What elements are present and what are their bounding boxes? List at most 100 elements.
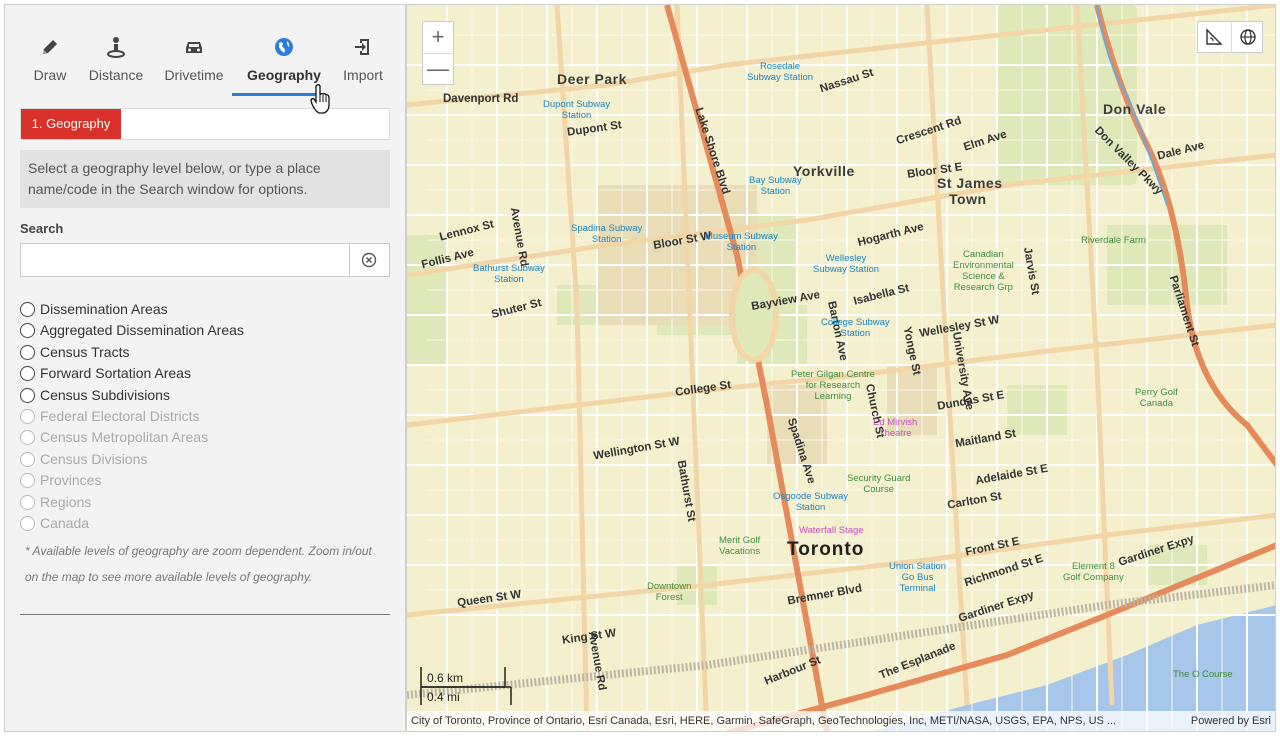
tab-distance[interactable]: Distance <box>85 35 147 97</box>
poi-label[interactable]: Bay Subway Station <box>749 175 802 197</box>
side-panel: Draw Distance Drivetime Geography Import… <box>4 4 406 732</box>
poi-label[interactable]: Rosedale Subway Station <box>747 61 813 83</box>
geography-level-label: Aggregated Dissemination Areas <box>40 322 244 339</box>
geography-level-option: Canada <box>20 513 390 534</box>
geography-level-option: Federal Electoral Districts <box>20 406 390 427</box>
ruler-angle-icon <box>1206 28 1223 45</box>
panel-divider <box>20 614 390 615</box>
hand-cursor-icon <box>310 84 330 114</box>
geography-level-label: Canada <box>40 514 90 531</box>
poi-label[interactable]: Spadina Subway Station <box>571 223 642 245</box>
tab-label: Drivetime <box>164 67 224 83</box>
geography-level-option[interactable]: Dissemination Areas <box>20 299 390 320</box>
geography-level-label: Regions <box>40 493 92 510</box>
geography-level-label: Provinces <box>40 472 102 489</box>
neighbourhood-label: Deer Park <box>557 71 627 87</box>
scale-mi: 0.4 mi <box>427 690 460 704</box>
geography-level-option[interactable]: Forward Sortation Areas <box>20 363 390 384</box>
radio-button <box>20 473 35 489</box>
zoom-out-button[interactable]: — <box>423 53 453 84</box>
radio-button[interactable] <box>20 344 35 360</box>
search-input[interactable] <box>21 244 351 276</box>
geography-level-option: Census Metropolitan Areas <box>20 427 390 448</box>
radio-button[interactable] <box>20 302 35 317</box>
geography-level-option[interactable]: Census Subdivisions <box>20 385 390 406</box>
poi-label[interactable]: Peter Gilgan Centre for Research Learning <box>791 369 875 402</box>
city-label: Toronto <box>787 539 865 560</box>
geography-level-label: Census Subdivisions <box>40 386 170 403</box>
tab-label: Distance <box>88 67 144 83</box>
poi-label[interactable]: Perry Golf Canada <box>1135 387 1178 409</box>
zoom-control: + — <box>422 21 454 85</box>
poi-label[interactable]: Waterfall Stage <box>799 525 864 536</box>
measure-button[interactable] <box>1198 22 1230 52</box>
poi-label[interactable]: Osgoode Subway Station <box>773 491 848 513</box>
radio-button <box>20 430 35 446</box>
geography-level-option[interactable]: Aggregated Dissemination Areas <box>20 320 390 341</box>
step-header: 1. Geography <box>20 108 390 140</box>
clear-circle-icon <box>361 252 377 268</box>
search-field <box>20 243 390 277</box>
instructions: Select a geography level below, or type … <box>20 150 390 208</box>
map-attribution: City of Toronto, Province of Ontario, Es… <box>407 711 1275 731</box>
tool-tabs: Draw Distance Drivetime Geography Import <box>19 35 389 97</box>
map-view[interactable]: Deer Park Yorkville St James Town Don Va… <box>406 4 1276 732</box>
radio-button[interactable] <box>20 323 35 339</box>
globe-grid-icon <box>1240 29 1256 45</box>
geography-level-label: Forward Sortation Areas <box>40 365 191 382</box>
geography-level-label: Census Metropolitan Areas <box>40 429 209 446</box>
poi-label[interactable]: Merit Golf Vacations <box>719 535 760 557</box>
poi-label[interactable]: Downtown Forest <box>647 581 691 603</box>
active-tab-indicator <box>232 93 318 96</box>
poi-label[interactable]: College Subway Station <box>821 317 890 339</box>
tab-drivetime[interactable]: Drivetime <box>159 35 229 97</box>
import-icon <box>355 39 369 55</box>
powered-by-link[interactable]: Powered by Esri <box>1191 711 1271 731</box>
tab-label: Import <box>343 67 383 83</box>
neighbourhood-label: Don Vale <box>1103 101 1167 117</box>
poi-label[interactable]: Museum Subway Station <box>705 231 778 253</box>
tab-import[interactable]: Import <box>337 35 389 97</box>
neighbourhood-label: Town <box>949 191 987 207</box>
street-label: Davenport Rd <box>443 93 519 105</box>
radio-button <box>20 451 35 467</box>
zoom-in-button[interactable]: + <box>423 22 453 53</box>
tab-label: Draw <box>33 67 67 83</box>
geography-level-label: Census Tracts <box>40 343 130 360</box>
poi-label[interactable]: The O Course <box>1173 669 1233 680</box>
geography-level-label: Census Divisions <box>40 450 148 467</box>
poi-label[interactable]: Security Guard Course <box>847 473 910 495</box>
person-pin-icon <box>107 37 125 58</box>
step-badge: 1. Geography <box>21 109 121 139</box>
poi-label[interactable]: Union Station Go Bus Terminal <box>889 561 946 594</box>
attribution-text: City of Toronto, Province of Ontario, Es… <box>411 715 1117 727</box>
geography-level-option: Provinces <box>20 470 390 491</box>
app-window: Draw Distance Drivetime Geography Import… <box>0 0 1280 736</box>
geography-level-list: Dissemination Areas Aggregated Disseminat… <box>20 299 390 534</box>
radio-button <box>20 408 35 424</box>
poi-label[interactable]: Riverdale Farm <box>1081 235 1146 246</box>
radio-button[interactable] <box>20 387 35 403</box>
geography-level-option[interactable]: Census Tracts <box>20 342 390 363</box>
scale-bar: 0.6 km 0.4 mi <box>419 663 519 705</box>
radio-button[interactable] <box>20 366 35 382</box>
car-icon <box>186 42 202 53</box>
pencil-icon <box>43 40 57 54</box>
geography-level-label: Federal Electoral Districts <box>40 407 200 424</box>
map-tools <box>1197 21 1263 53</box>
zoom-note: * Available levels of geography are zoom… <box>25 544 372 584</box>
scale-km: 0.6 km <box>427 671 464 685</box>
globe-icon <box>275 38 293 56</box>
geography-level-option: Census Divisions <box>20 449 390 470</box>
neighbourhood-label: St James <box>937 175 1003 191</box>
poi-label[interactable]: Ed Mirvish Theatre <box>873 417 917 439</box>
poi-label[interactable]: Dupont Subway Station <box>543 99 610 121</box>
poi-label[interactable]: Element 8 Golf Company <box>1063 561 1124 583</box>
clear-search-button[interactable] <box>349 244 389 276</box>
poi-label[interactable]: Wellesley Subway Station <box>813 253 879 275</box>
basemap-button[interactable] <box>1231 22 1263 52</box>
poi-label[interactable]: Canadian Environmental Science & Research G… <box>953 249 1014 293</box>
poi-label[interactable]: Bathurst Subway Station <box>473 263 545 285</box>
neighbourhood-label: Yorkville <box>793 163 855 179</box>
tab-draw[interactable]: Draw <box>24 35 76 97</box>
